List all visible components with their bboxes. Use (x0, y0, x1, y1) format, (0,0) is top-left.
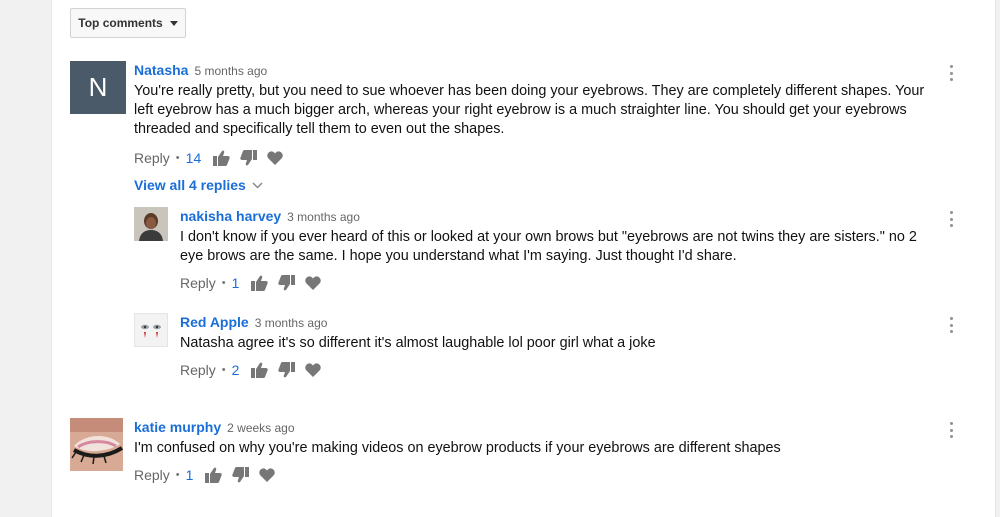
view-replies-toggle[interactable]: View all 4 replies (134, 177, 263, 193)
like-count: 1 (231, 275, 240, 291)
thumbs-down-icon[interactable] (278, 275, 296, 291)
sort-dropdown[interactable]: Top comments (70, 8, 186, 38)
comment-time[interactable]: 3 months ago (255, 316, 328, 330)
comment-text: You're really pretty, but you need to su… (134, 83, 925, 137)
thumbs-up-icon[interactable] (251, 275, 269, 291)
comment-meta: katie murphy 2 weeks ago (134, 418, 934, 437)
like-count: 1 (185, 467, 194, 483)
avatar[interactable] (134, 207, 168, 241)
more-options-icon[interactable] (945, 316, 957, 334)
comment-author[interactable]: katie murphy (134, 419, 221, 435)
separator-dot: • (175, 152, 180, 164)
comment-time[interactable]: 3 months ago (287, 210, 360, 224)
comment-meta: Natasha 5 months ago (134, 61, 934, 80)
chevron-down-icon (252, 181, 263, 189)
comment-body: Natasha 5 months ago You're really pretty… (134, 61, 934, 168)
reply-button[interactable]: Reply (134, 467, 170, 483)
sort-label: Top comments (78, 16, 163, 30)
separator-dot: • (221, 277, 226, 289)
comments-panel: Top comments N Natasha 5 months ago You'r… (51, 0, 996, 517)
comment-actions: Reply • 14 (134, 148, 934, 168)
comment-text: Natasha agree it's so different it's alm… (180, 335, 656, 351)
thumbs-up-icon[interactable] (251, 362, 269, 378)
heart-icon[interactable] (259, 468, 276, 482)
thumbs-down-icon[interactable] (240, 150, 258, 166)
avatar[interactable] (70, 418, 123, 471)
more-options-icon[interactable] (945, 421, 957, 439)
reply-button[interactable]: Reply (180, 362, 216, 378)
separator-dot: • (221, 364, 226, 376)
heart-icon[interactable] (305, 363, 322, 377)
comment-actions: Reply • 1 (180, 273, 940, 293)
reply-button[interactable]: Reply (134, 150, 170, 166)
like-count: 2 (231, 362, 240, 378)
comment-body: katie murphy 2 weeks ago I'm confused on … (134, 418, 934, 485)
comment-time[interactable]: 2 weeks ago (227, 421, 294, 435)
reply-comment: Red Apple 3 months ago Natasha agree it's… (134, 313, 975, 383)
heart-icon[interactable] (305, 276, 322, 290)
more-options-icon[interactable] (945, 210, 957, 228)
reply-comment: nakisha harvey 3 months ago I don't know … (134, 207, 975, 297)
thumbs-up-icon[interactable] (205, 467, 223, 483)
heart-icon[interactable] (267, 151, 283, 165)
separator-dot: • (175, 469, 180, 481)
thumbs-down-icon[interactable] (232, 467, 250, 483)
comment-meta: Red Apple 3 months ago (180, 313, 940, 332)
avatar-initial: N (88, 72, 108, 102)
comment-text: I'm confused on why you're making videos… (134, 440, 781, 456)
comment-thread: katie murphy 2 weeks ago I'm confused on … (70, 418, 975, 498)
caret-down-icon (169, 21, 178, 26)
like-count: 14 (185, 150, 202, 166)
comment-thread: N Natasha 5 months ago You're really pret… (70, 61, 975, 166)
comment-time[interactable]: 5 months ago (194, 64, 267, 78)
avatar[interactable] (134, 313, 168, 347)
thumbs-up-icon[interactable] (213, 150, 230, 166)
more-options-icon[interactable] (945, 64, 957, 82)
comment-text: I don't know if you ever heard of this o… (180, 229, 917, 264)
comment-author[interactable]: nakisha harvey (180, 208, 281, 224)
comment-author[interactable]: Natasha (134, 62, 188, 78)
comment-actions: Reply • 2 (180, 360, 940, 380)
avatar[interactable]: N (70, 61, 126, 114)
comment-body: nakisha harvey 3 months ago I don't know … (180, 207, 940, 293)
comment-body: Red Apple 3 months ago Natasha agree it's… (180, 313, 940, 380)
comment-meta: nakisha harvey 3 months ago (180, 207, 940, 226)
view-replies-label: View all 4 replies (134, 177, 246, 193)
thumbs-down-icon[interactable] (278, 362, 296, 378)
comment-actions: Reply • 1 (134, 465, 934, 485)
comment-author[interactable]: Red Apple (180, 314, 249, 330)
reply-button[interactable]: Reply (180, 275, 216, 291)
